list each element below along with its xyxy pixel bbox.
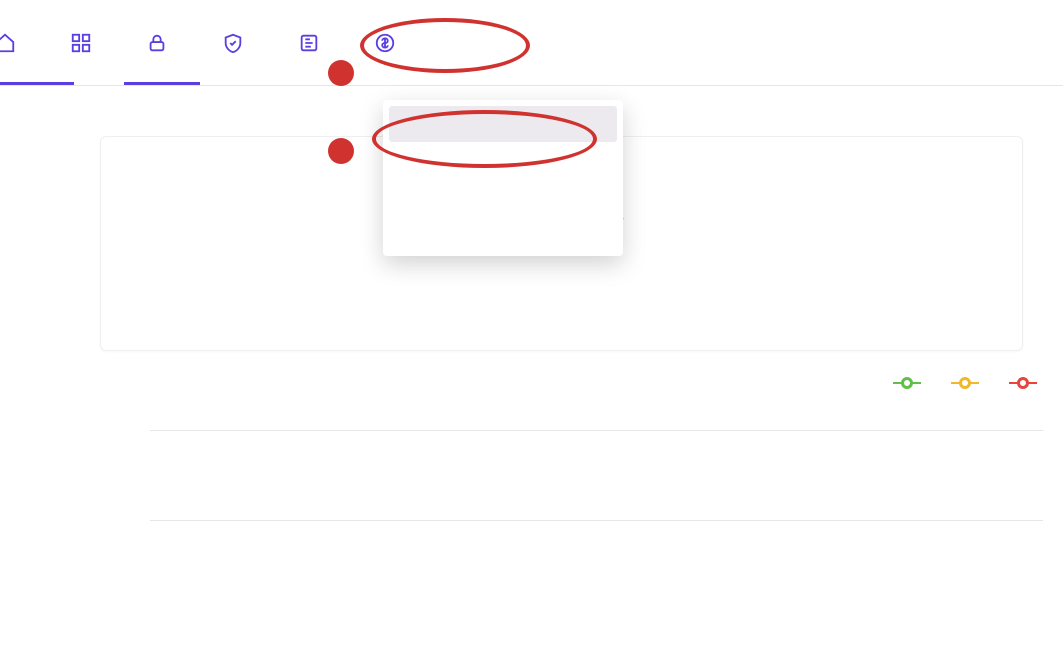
gridline [150,520,1043,521]
nav-home[interactable] [0,0,48,85]
dropdown-item-resources[interactable] [389,178,617,214]
legend-marker-icon [893,376,921,390]
nav-billing[interactable] [352,0,428,85]
chart-header [40,376,1043,390]
chart-area [40,430,1043,630]
legend-providers[interactable] [951,376,985,390]
dropdown-item-certs[interactable] [389,214,617,250]
log-icon [298,32,320,54]
legend-applications[interactable] [1009,376,1043,390]
chart-legend [893,376,1043,390]
gridline [150,430,1043,431]
nav-authorization[interactable] [200,0,276,85]
stat-new-users [577,137,1023,350]
stat-value [597,195,973,227]
dropdown-item-applications[interactable] [389,106,617,142]
nav-user-management[interactable] [48,0,124,85]
dropdown-item-providers[interactable] [389,142,617,178]
annotation-badge-1 [328,60,354,86]
home-icon [0,32,16,54]
annotation-badge-2 [328,138,354,164]
legend-marker-icon [1009,376,1037,390]
lock-icon [146,32,168,54]
shield-check-icon [222,32,244,54]
nav-identity[interactable] [124,0,200,85]
legend-marker-icon [951,376,979,390]
legend-users[interactable] [893,376,927,390]
top-nav [0,0,1063,86]
identity-dropdown [383,100,623,256]
dollar-circle-icon [374,32,396,54]
grid-icon [70,32,92,54]
